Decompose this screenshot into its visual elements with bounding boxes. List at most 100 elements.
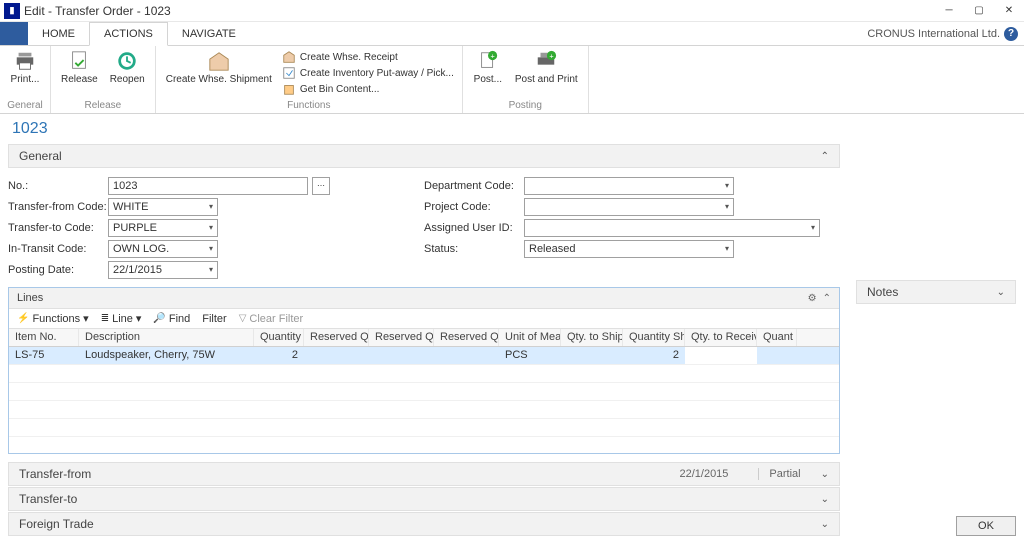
lines-functions-menu[interactable]: ⚡Functions ▾	[17, 312, 89, 325]
post-and-print-button[interactable]: + Post and Print	[509, 48, 584, 87]
cell-qty-to-receive[interactable]	[685, 347, 757, 364]
reopen-button[interactable]: Reopen	[104, 48, 151, 87]
assigned-user-select[interactable]: ▾	[524, 219, 820, 237]
cell-description[interactable]: Loudspeaker, Cherry, 75W	[79, 347, 254, 364]
col-qty-to-ship[interactable]: Qty. to Ship	[561, 329, 623, 346]
window-title: Edit - Transfer Order - 1023	[24, 4, 934, 18]
transfer-to-fasttab[interactable]: Transfer-to ⌄	[8, 487, 840, 511]
transfer-to-title: Transfer-to	[19, 492, 77, 506]
printer-icon	[14, 50, 36, 72]
notes-title: Notes	[867, 285, 997, 299]
chevron-down-icon: ▾	[83, 312, 89, 325]
col-item-no[interactable]: Item No.	[9, 329, 79, 346]
cell-uom[interactable]: PCS	[499, 347, 561, 364]
chevron-up-icon: ⌃	[823, 293, 831, 304]
table-row[interactable]	[9, 401, 839, 419]
app-icon: ▮	[4, 3, 20, 19]
help-icon[interactable]: ?	[1004, 27, 1018, 41]
cell-reserved-1[interactable]	[304, 347, 369, 364]
create-whse-receipt-label: Create Whse. Receipt	[300, 52, 398, 63]
col-uom[interactable]: Unit of Mea...	[499, 329, 561, 346]
cell-item-no[interactable]: LS-75	[9, 347, 79, 364]
project-select[interactable]: ▾	[524, 198, 734, 216]
grid-header-row: Item No. Description Quantity Reserved Q…	[9, 329, 839, 347]
cell-quant[interactable]	[757, 347, 797, 364]
create-whse-receipt-button[interactable]: Create Whse. Receipt	[282, 50, 454, 64]
chevron-down-icon: ▾	[725, 202, 729, 211]
create-whse-shipment-button[interactable]: Create Whse. Shipment	[160, 48, 278, 87]
ok-button[interactable]: OK	[956, 516, 1016, 536]
get-bin-content-label: Get Bin Content...	[300, 84, 380, 95]
chevron-down-icon: ▾	[209, 202, 213, 211]
status-select[interactable]: Released▾	[524, 240, 734, 258]
ribbon-group-general: Print... General	[0, 46, 51, 113]
warehouse-shipment-icon	[208, 50, 230, 72]
home-tab[interactable]: HOME	[28, 22, 89, 45]
transfer-to-select[interactable]: PURPLE▾	[108, 219, 218, 237]
lines-find-button[interactable]: 🔎Find	[153, 313, 190, 325]
lightning-icon: ⚡	[17, 313, 29, 324]
svg-text:+: +	[490, 51, 494, 60]
transfer-from-date: 22/1/2015	[679, 468, 728, 480]
actions-tab[interactable]: ACTIONS	[89, 22, 168, 46]
general-fasttab-header[interactable]: General ⌃	[8, 144, 840, 168]
table-row[interactable]	[9, 419, 839, 437]
release-icon	[68, 50, 90, 72]
transfer-to-label: Transfer-to Code:	[8, 222, 108, 234]
svg-text:+: +	[550, 51, 554, 60]
col-qty-shipped[interactable]: Quantity Shi...	[623, 329, 685, 346]
transfer-from-title: Transfer-from	[19, 467, 91, 481]
create-inventory-putaway-button[interactable]: Create Inventory Put-away / Pick...	[282, 66, 454, 80]
cell-qty-to-ship[interactable]	[561, 347, 623, 364]
col-reserved-2[interactable]: Reserved Qu...	[369, 329, 434, 346]
col-qty-to-receive[interactable]: Qty. to Receive	[685, 329, 757, 346]
navigate-tab[interactable]: NAVIGATE	[168, 22, 250, 45]
col-quantity[interactable]: Quantity	[254, 329, 304, 346]
bottom-fasttabs: Transfer-from 22/1/2015 Partial ⌄ Transf…	[8, 462, 840, 536]
lines-filter-button[interactable]: Filter	[202, 313, 226, 325]
table-row[interactable]	[9, 365, 839, 383]
reopen-label: Reopen	[110, 74, 145, 85]
lines-header[interactable]: Lines ⚙ ⌃	[9, 288, 839, 309]
col-reserved-1[interactable]: Reserved Qu...	[304, 329, 369, 346]
print-button[interactable]: Print...	[4, 48, 46, 87]
department-select[interactable]: ▾	[524, 177, 734, 195]
col-description[interactable]: Description	[79, 329, 254, 346]
minimize-button[interactable]: ─	[934, 0, 964, 22]
cell-qty-shipped[interactable]: 2	[623, 347, 685, 364]
grid-body[interactable]: LS-75 Loudspeaker, Cherry, 75W 2 PCS 2	[9, 347, 839, 437]
col-quant[interactable]: Quant	[757, 329, 797, 346]
lines-clear-filter-button[interactable]: ▽Clear Filter	[239, 313, 304, 325]
foreign-trade-title: Foreign Trade	[19, 517, 94, 531]
chevron-up-icon: ⌃	[821, 151, 829, 162]
maximize-button[interactable]: ▢	[964, 0, 994, 22]
close-button[interactable]: ✕	[994, 0, 1024, 22]
cell-reserved-2[interactable]	[369, 347, 434, 364]
status-label: Status:	[424, 243, 524, 255]
lines-grid: Item No. Description Quantity Reserved Q…	[9, 329, 839, 453]
posting-date-input[interactable]: 22/1/2015▾	[108, 261, 218, 279]
gear-icon[interactable]: ⚙	[808, 293, 817, 304]
no-input[interactable]: 1023	[108, 177, 308, 195]
release-button[interactable]: Release	[55, 48, 104, 87]
col-reserved-3[interactable]: Reserved Qu...	[434, 329, 499, 346]
foreign-trade-fasttab[interactable]: Foreign Trade ⌄	[8, 512, 840, 536]
get-bin-content-button[interactable]: Get Bin Content...	[282, 82, 454, 96]
cell-quantity[interactable]: 2	[254, 347, 304, 364]
post-button[interactable]: + Post...	[467, 48, 509, 87]
horizontal-scrollbar[interactable]	[9, 437, 839, 453]
table-row[interactable]: LS-75 Loudspeaker, Cherry, 75W 2 PCS 2	[9, 347, 839, 365]
lines-line-menu[interactable]: ≣Line ▾	[101, 312, 142, 325]
chevron-down-icon: ▾	[811, 223, 815, 232]
cell-reserved-3[interactable]	[434, 347, 499, 364]
chevron-down-icon: ▾	[725, 244, 729, 253]
file-tab[interactable]	[0, 22, 28, 45]
table-row[interactable]	[9, 383, 839, 401]
chevron-down-icon: ▾	[209, 223, 213, 232]
notes-header[interactable]: Notes ⌄	[856, 280, 1016, 304]
in-transit-select[interactable]: OWN LOG.▾	[108, 240, 218, 258]
transfer-from-select[interactable]: WHITE▾	[108, 198, 218, 216]
no-assist-button[interactable]: ⋯	[312, 177, 330, 195]
transfer-from-fasttab[interactable]: Transfer-from 22/1/2015 Partial ⌄	[8, 462, 840, 486]
post-and-print-label: Post and Print	[515, 74, 578, 85]
